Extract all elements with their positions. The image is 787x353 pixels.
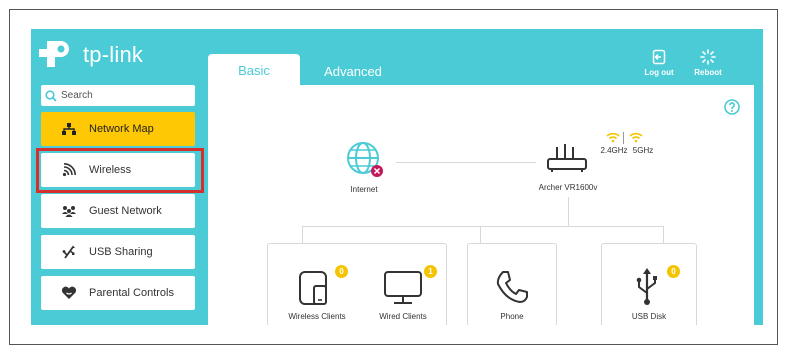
wifi-24ghz-icon [606,132,620,143]
tree-drop-right [663,226,664,243]
internet-globe-icon[interactable] [344,140,386,178]
wifi-5ghz-icon [629,132,643,143]
logout-label: Log out [644,68,674,77]
sidebar-item-label: Network Map [89,123,154,135]
network-map-panel: Internet Archer VR1600v 2.4GHz 5GHz 0 Wi… [208,85,754,325]
search-input[interactable]: Search [41,85,195,106]
guest-network-icon [61,204,77,218]
router-model-label: Archer VR1600v [538,183,598,192]
brand-name: tp-link [83,42,144,67]
parental-controls-icon [61,286,77,300]
wireless-clients-label: Wireless Clients [288,312,346,321]
internet-router-link [396,162,536,163]
tp-link-logo: tp-link [39,37,149,71]
band-divider [623,132,624,144]
wired-clients-label: Wired Clients [379,312,427,321]
wired-clients-count-badge: 1 [424,265,437,278]
usb-disk-icon[interactable] [634,267,660,307]
reboot-button[interactable]: Reboot [688,48,728,77]
tab-basic[interactable]: Basic [208,54,300,85]
logout-button[interactable]: Log out [639,48,679,77]
phone-label: Phone [500,312,524,321]
tab-advanced[interactable]: Advanced [307,54,399,87]
logout-icon [652,49,666,65]
network-map-icon [61,122,77,136]
tree-horizontal-line [302,226,664,227]
phone-icon[interactable] [494,269,530,305]
router-icon[interactable] [545,143,589,173]
router-trunk-line [568,197,569,227]
sidebar-item-usb-sharing[interactable]: USB Sharing [41,235,195,269]
wireless-highlight-box [36,148,204,193]
wired-clients-icon[interactable] [383,270,423,306]
search-icon [45,89,57,102]
internet-label: Internet [350,185,378,194]
wireless-clients-icon[interactable] [298,270,332,306]
tree-drop-middle [480,226,481,243]
sidebar-item-label: USB Sharing [89,246,153,258]
reboot-label: Reboot [694,68,722,77]
sidebar-item-guest-network[interactable]: Guest Network [41,194,195,228]
sidebar-item-network-map[interactable]: Network Map [41,112,195,146]
usb-disk-label: USB Disk [631,312,667,321]
sidebar-item-label: Guest Network [89,205,162,217]
usb-disk-count-badge: 0 [667,265,680,278]
usb-sharing-icon [61,245,77,259]
reboot-icon [700,49,716,65]
band-5ghz-label: 5GHz [632,146,654,155]
sidebar-item-parental-controls[interactable]: Parental Controls [41,276,195,310]
wireless-clients-count-badge: 0 [335,265,348,278]
sidebar-item-label: Parental Controls [89,287,174,299]
help-icon[interactable] [724,99,740,115]
tp-link-logo-icon [39,41,69,67]
search-placeholder: Search [61,90,93,101]
tree-drop-left [302,226,303,243]
